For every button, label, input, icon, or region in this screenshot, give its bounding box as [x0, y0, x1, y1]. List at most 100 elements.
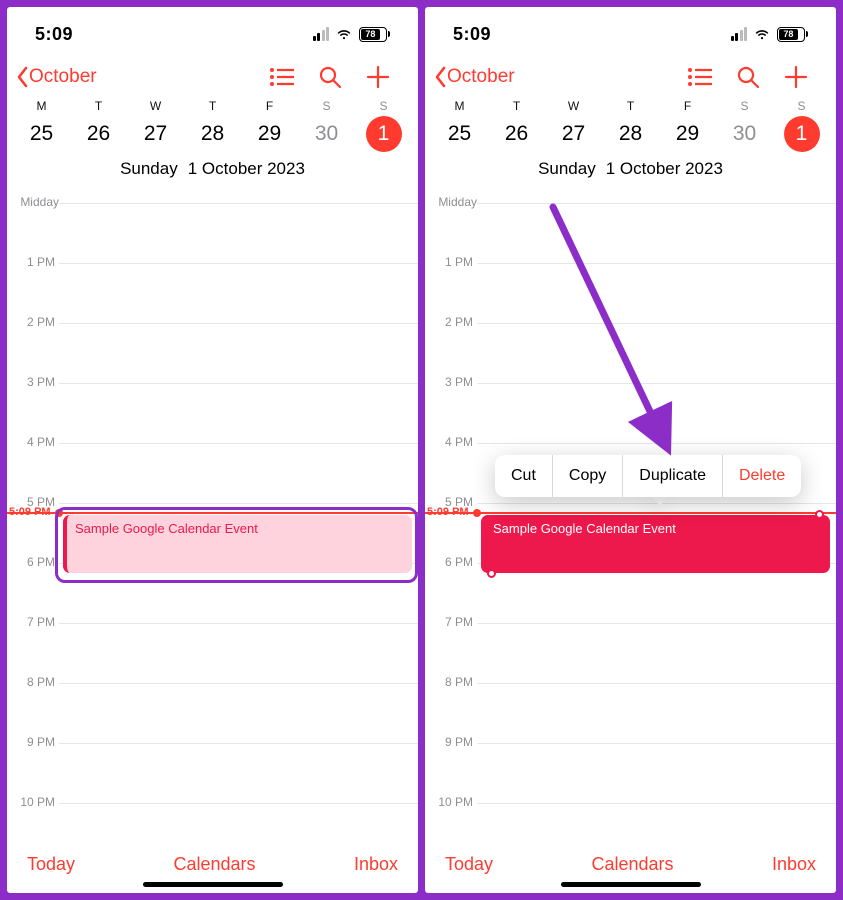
hour-label: 3 PM: [431, 375, 473, 389]
hour-label: 4 PM: [13, 435, 55, 449]
search-button[interactable]: [724, 65, 772, 89]
hour-label: 6 PM: [13, 555, 55, 569]
weekday: T: [70, 99, 127, 113]
back-button[interactable]: October: [433, 66, 515, 88]
now-time-label: 5:09 PM: [427, 506, 469, 518]
menu-duplicate[interactable]: Duplicate: [622, 455, 722, 497]
header: October: [7, 53, 418, 93]
weekday-row: M T W T F S S: [425, 93, 836, 113]
cellular-icon: [313, 27, 330, 41]
date-cell[interactable]: 28: [184, 115, 241, 153]
menu-delete[interactable]: Delete: [722, 455, 801, 497]
plus-icon: [366, 65, 390, 89]
hour-label: 2 PM: [13, 315, 55, 329]
battery-icon: 78: [359, 27, 390, 42]
weekday: M: [13, 99, 70, 113]
now-indicator-dot: [473, 509, 481, 517]
now-time-label: 5:09 PM: [9, 506, 51, 518]
calendars-button[interactable]: Calendars: [591, 854, 673, 875]
cellular-icon: [731, 27, 748, 41]
calendar-event-selected[interactable]: Sample Google Calendar Event: [481, 515, 830, 573]
date-cell[interactable]: 25: [431, 115, 488, 153]
weekday: S: [773, 99, 830, 113]
event-title: Sample Google Calendar Event: [493, 521, 676, 536]
home-indicator[interactable]: [143, 882, 283, 887]
status-bar: 5:09 78: [425, 7, 836, 53]
menu-copy[interactable]: Copy: [552, 455, 622, 497]
menu-cut[interactable]: Cut: [495, 455, 552, 497]
status-icons: 78: [731, 25, 809, 43]
chevron-left-icon: [15, 66, 29, 88]
hour-label: 6 PM: [431, 555, 473, 569]
list-icon: [269, 66, 295, 88]
plus-icon: [784, 65, 808, 89]
annotation-highlight: [55, 507, 418, 583]
weekday: S: [716, 99, 773, 113]
home-indicator[interactable]: [561, 882, 701, 887]
hour-label: Midday: [9, 195, 59, 209]
hour-label: 10 PM: [431, 795, 473, 809]
date-cell[interactable]: 30: [716, 115, 773, 153]
hour-label: 1 PM: [431, 255, 473, 269]
screenshot-right: 5:09 78 October M T W T F S S: [422, 4, 839, 896]
weekday: M: [431, 99, 488, 113]
full-date: Sunday1 October 2023: [7, 157, 418, 189]
search-icon: [736, 65, 760, 89]
weekday: W: [127, 99, 184, 113]
chevron-left-icon: [433, 66, 447, 88]
calendars-button[interactable]: Calendars: [173, 854, 255, 875]
header: October: [425, 53, 836, 93]
date-cell[interactable]: 25: [13, 115, 70, 153]
today-button[interactable]: Today: [445, 854, 493, 875]
date-row: 25 26 27 28 29 30 1: [425, 113, 836, 157]
weekday: F: [659, 99, 716, 113]
hour-label: 1 PM: [13, 255, 55, 269]
date-cell[interactable]: 29: [659, 115, 716, 153]
weekday: F: [241, 99, 298, 113]
context-menu: Cut Copy Duplicate Delete: [495, 455, 801, 497]
battery-icon: 78: [777, 27, 808, 42]
timeline[interactable]: Midday 1 PM 2 PM 3 PM 4 PM 5 PM 6 PM 7 P…: [7, 189, 418, 835]
hour-label: 3 PM: [13, 375, 55, 389]
hour-label: 7 PM: [431, 615, 473, 629]
weekday-row: M T W T F S S: [7, 93, 418, 113]
date-cell-selected[interactable]: 1: [773, 115, 830, 153]
today-button[interactable]: Today: [27, 854, 75, 875]
date-row: 25 26 27 28 29 30 1: [7, 113, 418, 157]
hour-label: 10 PM: [13, 795, 55, 809]
status-time: 5:09: [453, 24, 491, 45]
date-cell[interactable]: 27: [545, 115, 602, 153]
list-view-button[interactable]: [676, 66, 724, 88]
hour-label: 8 PM: [13, 675, 55, 689]
date-cell[interactable]: 29: [241, 115, 298, 153]
add-button[interactable]: [354, 65, 402, 89]
date-cell[interactable]: 26: [488, 115, 545, 153]
hour-label: 4 PM: [431, 435, 473, 449]
date-cell[interactable]: 27: [127, 115, 184, 153]
list-icon: [687, 66, 713, 88]
inbox-button[interactable]: Inbox: [354, 854, 398, 875]
add-button[interactable]: [772, 65, 820, 89]
weekday: T: [184, 99, 241, 113]
timeline[interactable]: Midday 1 PM 2 PM 3 PM 4 PM 5 PM 6 PM 7 P…: [425, 189, 836, 835]
hour-label: Midday: [427, 195, 477, 209]
wifi-icon: [753, 25, 771, 43]
weekday: T: [602, 99, 659, 113]
wifi-icon: [335, 25, 353, 43]
back-button[interactable]: October: [15, 66, 97, 88]
search-icon: [318, 65, 342, 89]
date-cell[interactable]: 26: [70, 115, 127, 153]
inbox-button[interactable]: Inbox: [772, 854, 816, 875]
status-icons: 78: [313, 25, 391, 43]
date-cell[interactable]: 30: [298, 115, 355, 153]
resize-handle-top[interactable]: [815, 510, 824, 519]
full-date: Sunday1 October 2023: [425, 157, 836, 189]
date-cell[interactable]: 28: [602, 115, 659, 153]
search-button[interactable]: [306, 65, 354, 89]
weekday: S: [298, 99, 355, 113]
list-view-button[interactable]: [258, 66, 306, 88]
hour-label: 9 PM: [431, 735, 473, 749]
resize-handle-bottom[interactable]: [487, 569, 496, 578]
date-cell-selected[interactable]: 1: [355, 115, 412, 153]
screenshot-left: 5:09 78 October M T W T F S S: [4, 4, 421, 896]
